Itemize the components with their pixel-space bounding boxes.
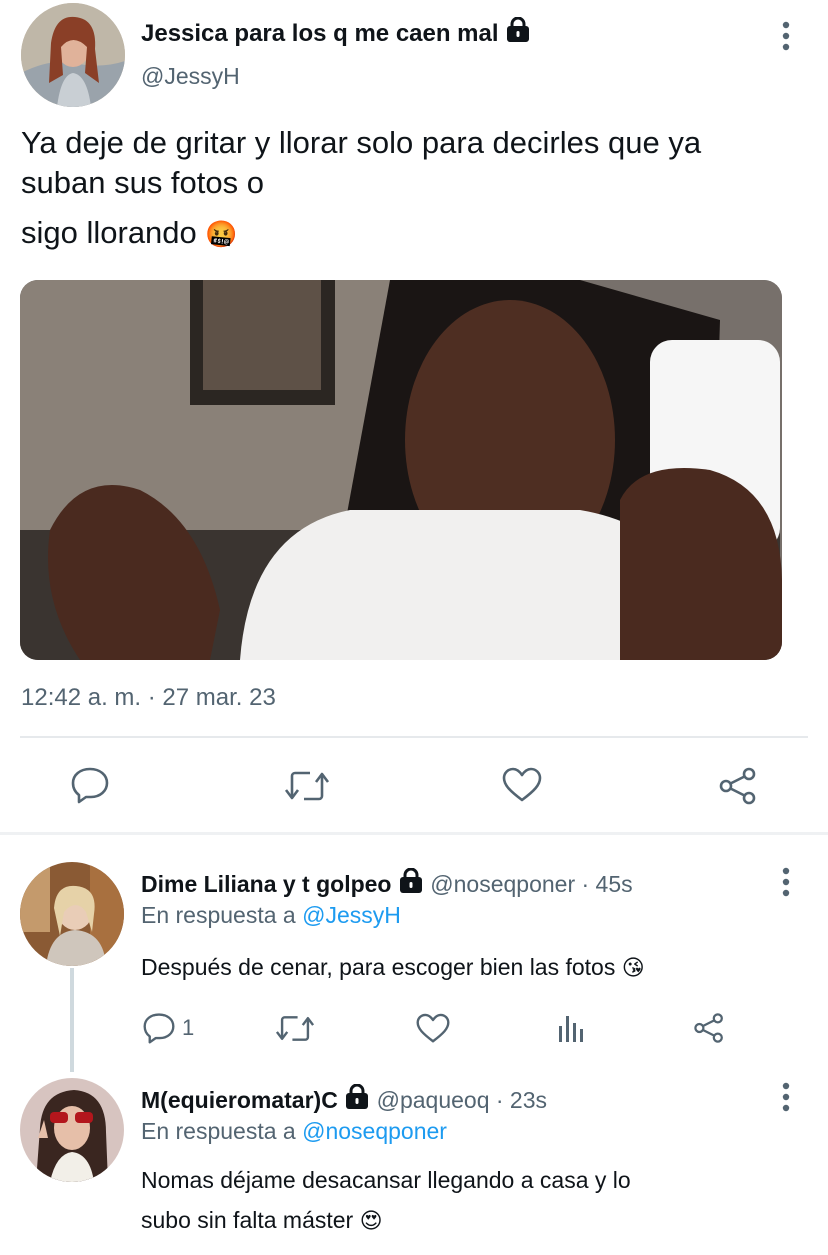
reply-author-name[interactable]: M(equieromatar)C	[141, 1087, 338, 1113]
replying-to-link[interactable]: @noseqponer	[302, 1118, 447, 1144]
lock-icon	[505, 16, 531, 51]
reply-icon[interactable]	[142, 1012, 176, 1044]
reply-header: Dime Liliana y t golpeo @noseqponer · 45…	[141, 867, 633, 901]
reply-text-line: subo sin falta máster	[141, 1207, 354, 1233]
heart-eyes-emoji: 😍	[359, 1208, 383, 1233]
tweet-text-line: Ya deje de gritar y llorar solo para dec…	[21, 125, 702, 160]
more-options-icon[interactable]	[776, 1081, 796, 1113]
tweet-text: Ya deje de gritar y llorar solo para dec…	[21, 123, 821, 254]
retweet-icon[interactable]	[275, 1013, 315, 1044]
reply-avatar[interactable]	[20, 1078, 124, 1182]
replying-to: En respuesta a @noseqponer	[141, 1116, 447, 1146]
replying-prefix: En respuesta a	[141, 902, 296, 928]
reply-text: Nomas déjame desacansar llegando a casa …	[141, 1160, 821, 1241]
author-handle[interactable]: @JessyH	[141, 62, 240, 90]
angry-emoji: 🤬	[205, 219, 238, 249]
lock-icon	[344, 1083, 370, 1117]
author-avatar[interactable]	[21, 3, 125, 107]
tweet-text-line: suban sus fotos o	[21, 165, 264, 200]
more-options-icon[interactable]	[776, 20, 796, 52]
replying-to-link[interactable]: @JessyH	[302, 902, 401, 928]
divider	[0, 832, 828, 835]
reply-avatar[interactable]	[20, 862, 124, 966]
author-name[interactable]: Jessica para los q me caen mal	[141, 16, 531, 51]
reply-header: M(equieromatar)C @paqueoq · 23s	[141, 1083, 547, 1117]
reply-handle[interactable]: @paqueoq	[377, 1087, 490, 1113]
like-icon[interactable]	[502, 767, 542, 803]
reply-handle[interactable]: @noseqponer	[430, 871, 575, 897]
share-icon[interactable]	[718, 766, 758, 806]
reply-count: 1	[182, 1015, 195, 1040]
reply-text-line: Nomas déjame desacansar llegando a casa …	[141, 1167, 631, 1193]
reply-age[interactable]: · 23s	[496, 1087, 547, 1113]
replying-prefix: En respuesta a	[141, 1118, 296, 1144]
reply-age[interactable]: · 45s	[582, 871, 633, 897]
share-icon[interactable]	[693, 1012, 725, 1044]
replying-to: En respuesta a @JessyH	[141, 900, 401, 930]
more-options-icon[interactable]	[776, 866, 796, 898]
like-icon[interactable]	[416, 1013, 450, 1044]
reply-author-name[interactable]: Dime Liliana y t golpeo	[141, 871, 391, 897]
retweet-icon[interactable]	[284, 768, 330, 804]
tweet-timestamp[interactable]: 12:42 a. m. · 27 mar. 23	[21, 683, 276, 713]
tweet-photo[interactable]	[20, 280, 782, 660]
kiss-emoji: 😘	[621, 955, 645, 980]
analytics-icon[interactable]	[557, 1014, 585, 1042]
tweet-text-line: sigo llorando	[21, 215, 197, 250]
thread-connector	[70, 968, 74, 1072]
reply-text: Después de cenar, para escoger bien las …	[141, 954, 645, 980]
lock-icon	[398, 867, 424, 901]
divider	[20, 736, 808, 738]
reply-icon[interactable]	[70, 766, 110, 804]
